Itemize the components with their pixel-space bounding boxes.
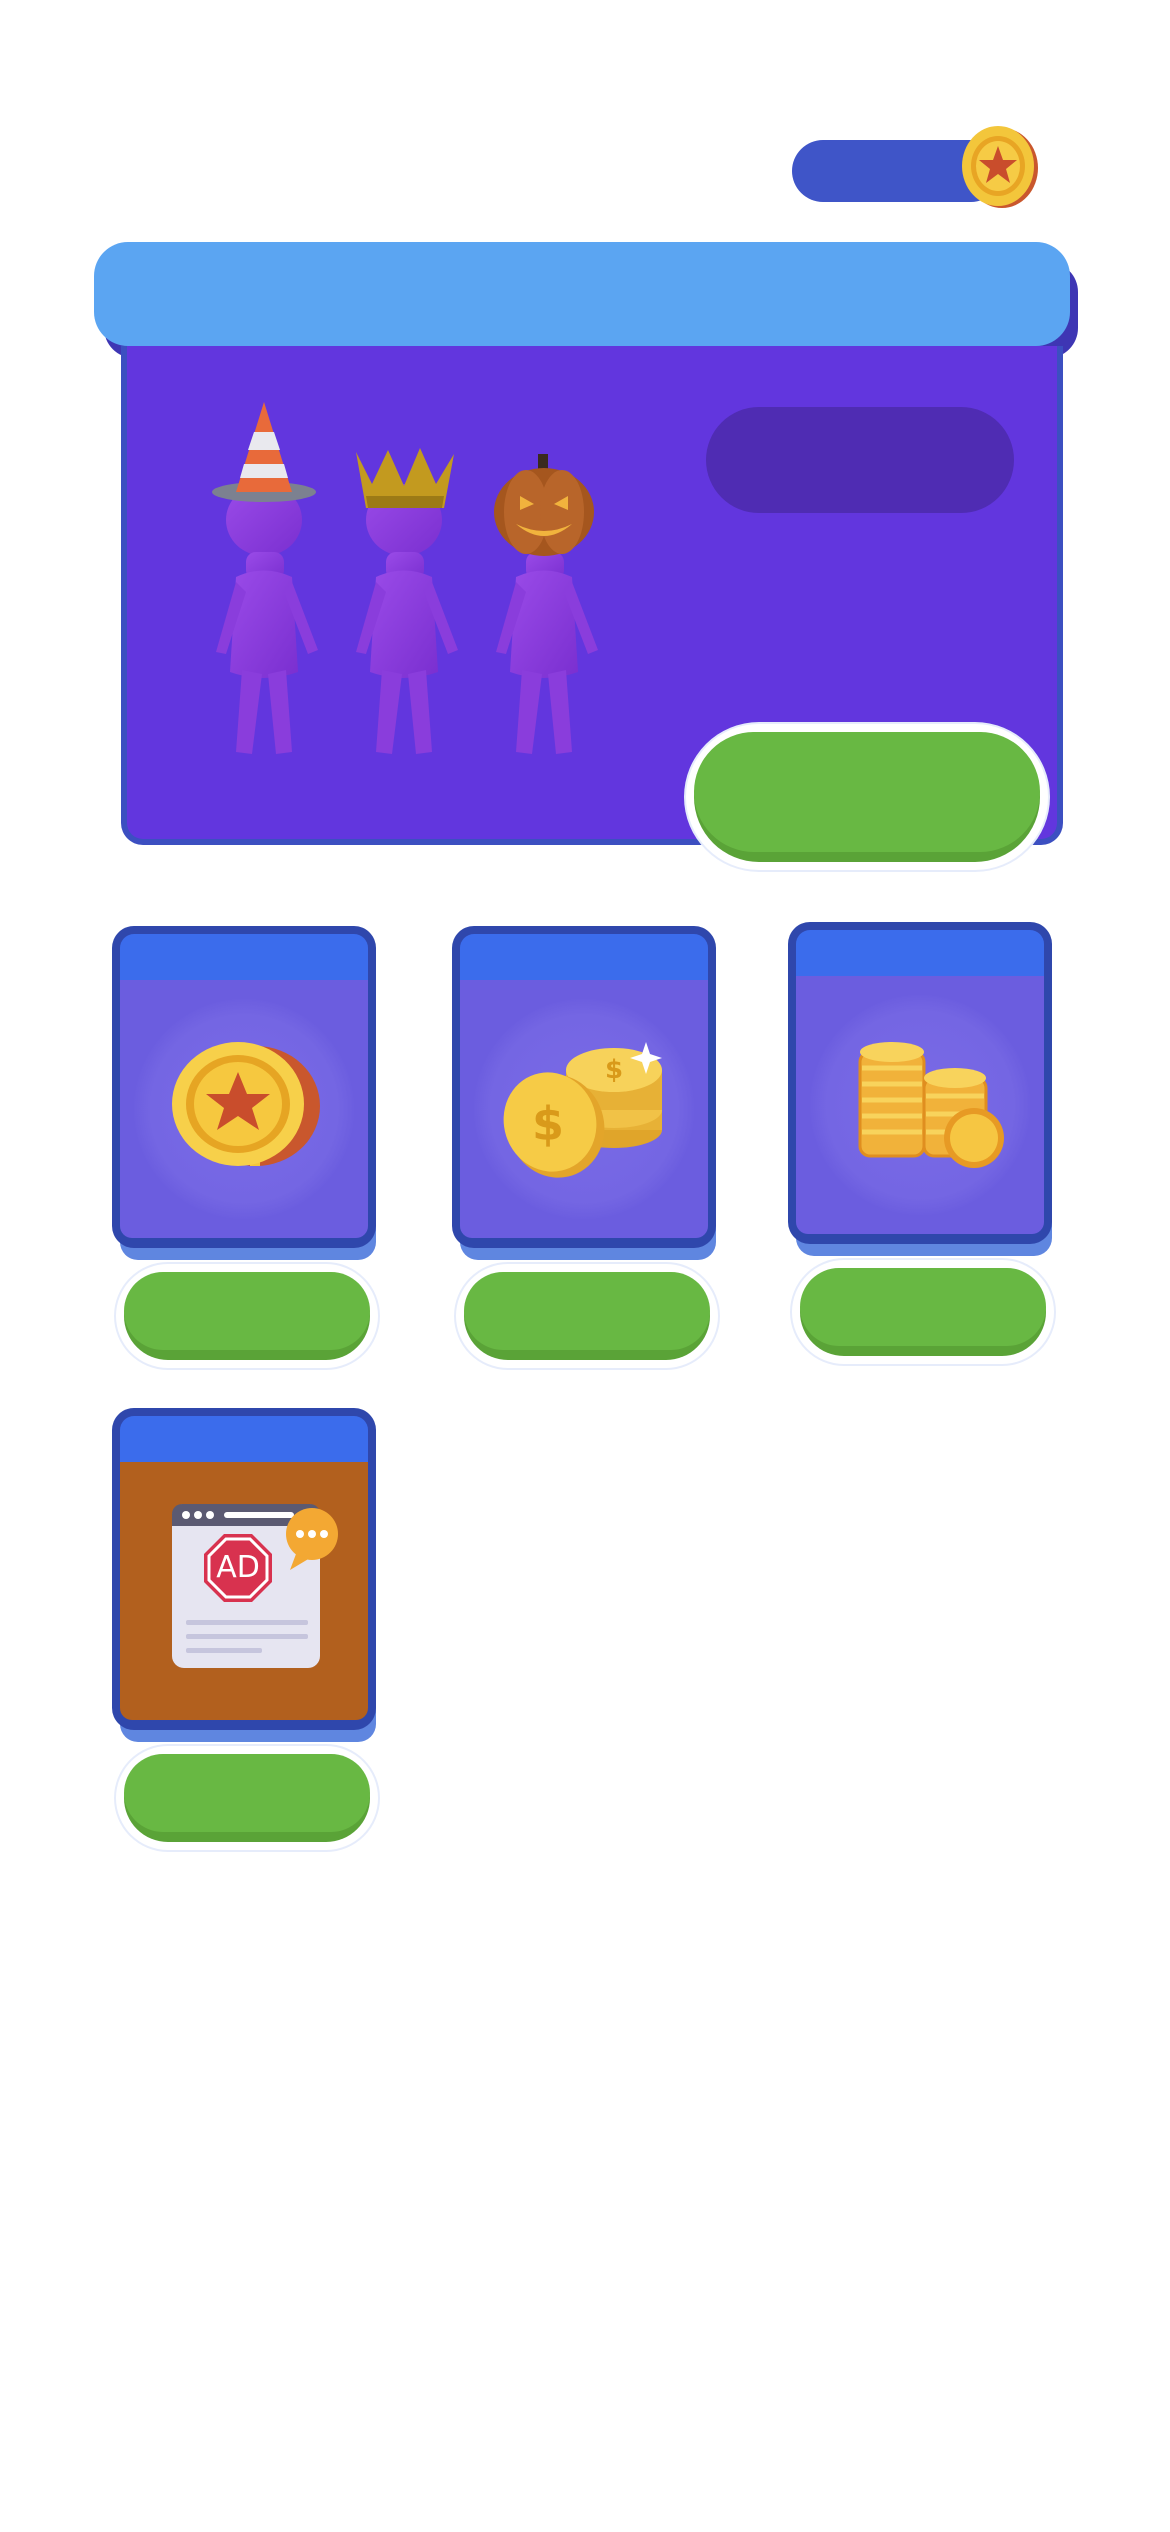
product-buy-label [800,1268,1046,1346]
dollar-coins-icon: $ $ [503,1042,662,1178]
bundle-characters [212,402,598,754]
svg-text:$: $ [532,1097,564,1151]
bundle-header [94,242,1070,346]
svg-text:AD: AD [216,1550,260,1585]
product-card-star-coin[interactable] [112,926,376,1248]
ad-block-icon: AD [172,1504,338,1668]
bundle-buy-button[interactable] [686,724,1048,870]
product-buy-button-star-coin[interactable] [116,1264,378,1368]
product-buy-button-dollar-coins[interactable] [456,1264,718,1368]
character-crown [356,448,458,754]
product-buy-label [124,1272,370,1350]
star-coin-icon [172,1042,320,1166]
product-card-remove-ads[interactable]: AD [112,1408,376,1730]
character-pumpkin-head [494,454,598,754]
product-buy-button-remove-ads[interactable] [116,1746,378,1850]
bundle-badge [706,407,1014,513]
product-buy-label [464,1272,710,1350]
star-coin-icon [962,126,1038,208]
coin-stack-icon [858,1042,1004,1168]
product-buy-button-coin-stacks[interactable] [792,1260,1054,1364]
bundle-buy-label [694,732,1040,852]
character-cone-hat [212,402,318,754]
product-buy-label [124,1754,370,1832]
product-card-dollar-coins[interactable]: $ $ [452,926,716,1248]
shop-screen: $ $ AD [0,0,1170,2532]
svg-text:$: $ [605,1055,623,1085]
product-card-coin-stacks[interactable] [788,922,1052,1244]
